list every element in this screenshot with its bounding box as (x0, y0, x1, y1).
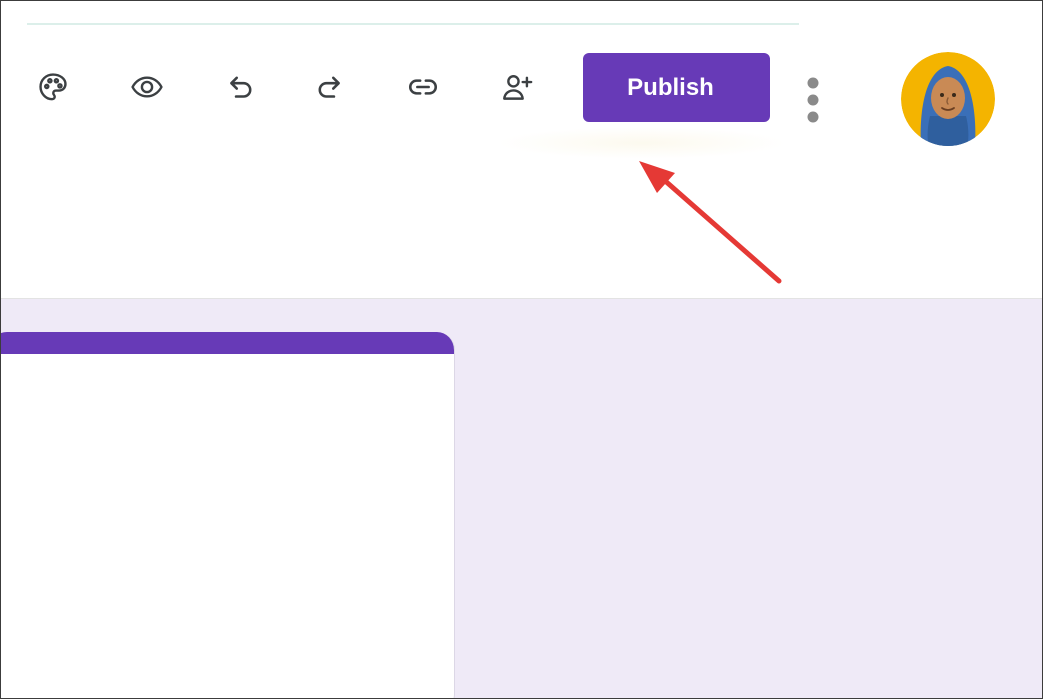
more-vert-icon[interactable] (797, 71, 829, 129)
link-icon[interactable] (399, 63, 447, 111)
eye-icon[interactable] (123, 63, 171, 111)
palette-icon[interactable] (29, 63, 77, 111)
publish-button[interactable]: Publish (583, 53, 770, 122)
avatar[interactable] (901, 52, 995, 146)
card-accent-bar (1, 332, 454, 354)
undo-icon[interactable] (217, 63, 265, 111)
annotation-arrow (639, 161, 782, 284)
avatar-illustration (901, 52, 995, 146)
form-header-card[interactable] (1, 332, 455, 698)
redo-icon[interactable] (305, 63, 353, 111)
screenshot-frame: Publish (0, 0, 1043, 699)
top-progress-line (27, 23, 799, 25)
add-person-icon[interactable] (493, 63, 541, 111)
